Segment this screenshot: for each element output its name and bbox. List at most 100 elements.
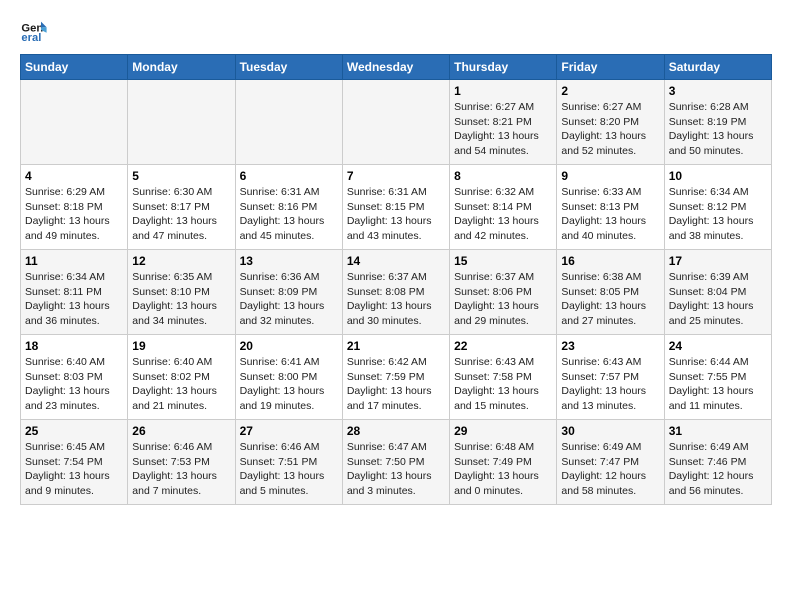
logo-icon: Gen eral: [20, 16, 48, 44]
day-info: Sunrise: 6:40 AMSunset: 8:03 PMDaylight:…: [25, 355, 123, 414]
calendar-cell: 19Sunrise: 6:40 AMSunset: 8:02 PMDayligh…: [128, 335, 235, 420]
calendar-header-row: SundayMondayTuesdayWednesdayThursdayFrid…: [21, 55, 772, 80]
calendar-cell: 26Sunrise: 6:46 AMSunset: 7:53 PMDayligh…: [128, 420, 235, 505]
day-number: 4: [25, 169, 123, 183]
day-info: Sunrise: 6:34 AMSunset: 8:12 PMDaylight:…: [669, 185, 767, 244]
calendar-cell: 16 Sunrise: 6:38 AMSunset: 8:05 PMDayligh…: [557, 250, 664, 335]
header-wednesday: Wednesday: [342, 55, 449, 80]
day-info: Sunrise: 6:46 AMSunset: 7:53 PMDaylight:…: [132, 440, 230, 499]
day-number: 18: [25, 339, 123, 353]
svg-text:eral: eral: [21, 32, 41, 44]
calendar-cell: 14 Sunrise: 6:37 AMSunset: 8:08 PMDayligh…: [342, 250, 449, 335]
day-info: Sunrise: 6:37 AMSunset: 8:06 PMDaylight:…: [454, 270, 552, 329]
calendar-cell: 28 Sunrise: 6:47 AMSunset: 7:50 PMDayligh…: [342, 420, 449, 505]
day-info: Sunrise: 6:35 AMSunset: 8:10 PMDaylight:…: [132, 270, 230, 329]
day-info: Sunrise: 6:31 AMSunset: 8:16 PMDaylight:…: [240, 185, 338, 244]
calendar-cell: 11Sunrise: 6:34 AMSunset: 8:11 PMDayligh…: [21, 250, 128, 335]
logo: Gen eral: [20, 16, 52, 44]
calendar-cell: 13Sunrise: 6:36 AMSunset: 8:09 PMDayligh…: [235, 250, 342, 335]
calendar-cell: 20 Sunrise: 6:41 AMSunset: 8:00 PMDayligh…: [235, 335, 342, 420]
day-info: Sunrise: 6:43 AMSunset: 7:58 PMDaylight:…: [454, 355, 552, 414]
day-number: 16: [561, 254, 659, 268]
day-number: 10: [669, 169, 767, 183]
header-sunday: Sunday: [21, 55, 128, 80]
calendar-cell: 5 Sunrise: 6:30 AMSunset: 8:17 PMDaylight…: [128, 165, 235, 250]
day-info: Sunrise: 6:32 AMSunset: 8:14 PMDaylight:…: [454, 185, 552, 244]
day-number: 9: [561, 169, 659, 183]
calendar-week-1: 1 Sunrise: 6:27 AMSunset: 8:21 PMDaylight…: [21, 80, 772, 165]
day-number: 12: [132, 254, 230, 268]
day-number: 20: [240, 339, 338, 353]
day-number: 29: [454, 424, 552, 438]
calendar-cell: 8Sunrise: 6:32 AMSunset: 8:14 PMDaylight…: [450, 165, 557, 250]
calendar-cell: 29 Sunrise: 6:48 AMSunset: 7:49 PMDayligh…: [450, 420, 557, 505]
day-info: Sunrise: 6:27 AMSunset: 8:21 PMDaylight:…: [454, 100, 552, 159]
calendar-cell: 31 Sunrise: 6:49 AMSunset: 7:46 PMDayligh…: [664, 420, 771, 505]
calendar-cell: 10 Sunrise: 6:34 AMSunset: 8:12 PMDayligh…: [664, 165, 771, 250]
calendar-cell: 4 Sunrise: 6:29 AMSunset: 8:18 PMDaylight…: [21, 165, 128, 250]
day-info: Sunrise: 6:44 AMSunset: 7:55 PMDaylight:…: [669, 355, 767, 414]
calendar-cell: [342, 80, 449, 165]
header-saturday: Saturday: [664, 55, 771, 80]
day-info: Sunrise: 6:49 AMSunset: 7:46 PMDaylight:…: [669, 440, 767, 499]
calendar-week-2: 4 Sunrise: 6:29 AMSunset: 8:18 PMDaylight…: [21, 165, 772, 250]
day-info: Sunrise: 6:36 AMSunset: 8:09 PMDaylight:…: [240, 270, 338, 329]
day-number: 5: [132, 169, 230, 183]
calendar-cell: 1 Sunrise: 6:27 AMSunset: 8:21 PMDaylight…: [450, 80, 557, 165]
day-info: Sunrise: 6:47 AMSunset: 7:50 PMDaylight:…: [347, 440, 445, 499]
day-number: 31: [669, 424, 767, 438]
day-number: 1: [454, 84, 552, 98]
calendar-week-3: 11Sunrise: 6:34 AMSunset: 8:11 PMDayligh…: [21, 250, 772, 335]
calendar-cell: 2Sunrise: 6:27 AMSunset: 8:20 PMDaylight…: [557, 80, 664, 165]
day-info: Sunrise: 6:29 AMSunset: 8:18 PMDaylight:…: [25, 185, 123, 244]
day-number: 28: [347, 424, 445, 438]
day-info: Sunrise: 6:45 AMSunset: 7:54 PMDaylight:…: [25, 440, 123, 499]
day-number: 23: [561, 339, 659, 353]
calendar-cell: 6Sunrise: 6:31 AMSunset: 8:16 PMDaylight…: [235, 165, 342, 250]
page-header: Gen eral: [20, 16, 772, 44]
calendar-cell: 22 Sunrise: 6:43 AMSunset: 7:58 PMDayligh…: [450, 335, 557, 420]
day-info: Sunrise: 6:37 AMSunset: 8:08 PMDaylight:…: [347, 270, 445, 329]
day-number: 11: [25, 254, 123, 268]
day-number: 19: [132, 339, 230, 353]
day-info: Sunrise: 6:46 AMSunset: 7:51 PMDaylight:…: [240, 440, 338, 499]
day-number: 25: [25, 424, 123, 438]
day-number: 7: [347, 169, 445, 183]
day-number: 27: [240, 424, 338, 438]
day-info: Sunrise: 6:28 AMSunset: 8:19 PMDaylight:…: [669, 100, 767, 159]
day-number: 24: [669, 339, 767, 353]
day-info: Sunrise: 6:48 AMSunset: 7:49 PMDaylight:…: [454, 440, 552, 499]
calendar-cell: 24 Sunrise: 6:44 AMSunset: 7:55 PMDayligh…: [664, 335, 771, 420]
header-thursday: Thursday: [450, 55, 557, 80]
day-number: 15: [454, 254, 552, 268]
calendar-cell: 30 Sunrise: 6:49 AMSunset: 7:47 PMDayligh…: [557, 420, 664, 505]
day-number: 30: [561, 424, 659, 438]
day-info: Sunrise: 6:49 AMSunset: 7:47 PMDaylight:…: [561, 440, 659, 499]
calendar-week-5: 25 Sunrise: 6:45 AMSunset: 7:54 PMDayligh…: [21, 420, 772, 505]
day-info: Sunrise: 6:33 AMSunset: 8:13 PMDaylight:…: [561, 185, 659, 244]
calendar-cell: 21Sunrise: 6:42 AMSunset: 7:59 PMDayligh…: [342, 335, 449, 420]
calendar-cell: 25 Sunrise: 6:45 AMSunset: 7:54 PMDayligh…: [21, 420, 128, 505]
calendar-week-4: 18 Sunrise: 6:40 AMSunset: 8:03 PMDayligh…: [21, 335, 772, 420]
day-number: 2: [561, 84, 659, 98]
header-friday: Friday: [557, 55, 664, 80]
day-number: 14: [347, 254, 445, 268]
header-monday: Monday: [128, 55, 235, 80]
calendar-cell: [128, 80, 235, 165]
day-info: Sunrise: 6:38 AMSunset: 8:05 PMDaylight:…: [561, 270, 659, 329]
day-info: Sunrise: 6:42 AMSunset: 7:59 PMDaylight:…: [347, 355, 445, 414]
day-info: Sunrise: 6:31 AMSunset: 8:15 PMDaylight:…: [347, 185, 445, 244]
calendar-cell: 15 Sunrise: 6:37 AMSunset: 8:06 PMDayligh…: [450, 250, 557, 335]
calendar-cell: 3Sunrise: 6:28 AMSunset: 8:19 PMDaylight…: [664, 80, 771, 165]
calendar-cell: 7 Sunrise: 6:31 AMSunset: 8:15 PMDaylight…: [342, 165, 449, 250]
calendar-cell: 27 Sunrise: 6:46 AMSunset: 7:51 PMDayligh…: [235, 420, 342, 505]
calendar-table: SundayMondayTuesdayWednesdayThursdayFrid…: [20, 54, 772, 505]
calendar-cell: 12 Sunrise: 6:35 AMSunset: 8:10 PMDayligh…: [128, 250, 235, 335]
calendar-cell: 23 Sunrise: 6:43 AMSunset: 7:57 PMDayligh…: [557, 335, 664, 420]
calendar-cell: 18 Sunrise: 6:40 AMSunset: 8:03 PMDayligh…: [21, 335, 128, 420]
day-info: Sunrise: 6:43 AMSunset: 7:57 PMDaylight:…: [561, 355, 659, 414]
calendar-cell: [21, 80, 128, 165]
day-info: Sunrise: 6:41 AMSunset: 8:00 PMDaylight:…: [240, 355, 338, 414]
day-number: 22: [454, 339, 552, 353]
day-info: Sunrise: 6:30 AMSunset: 8:17 PMDaylight:…: [132, 185, 230, 244]
